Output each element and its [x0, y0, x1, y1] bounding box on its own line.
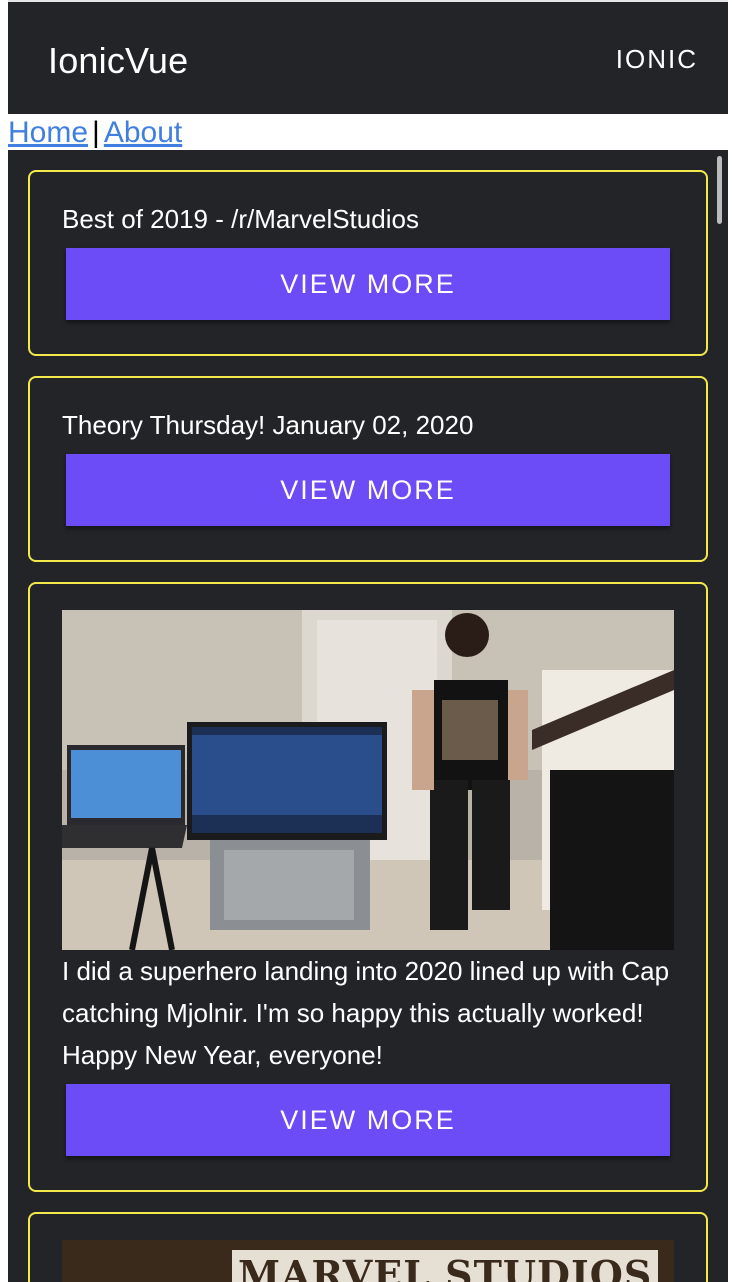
post-image — [62, 610, 674, 950]
post-card: MARVEL STUDIOS — [28, 1212, 708, 1282]
post-card: I did a superhero landing into 2020 line… — [28, 582, 708, 1192]
app-toolbar: IonicVue IONIC — [8, 0, 728, 114]
view-more-button[interactable]: VIEW MORE — [66, 248, 670, 320]
nav-links: Home | About — [8, 114, 728, 150]
ionic-button[interactable]: IONIC — [616, 44, 698, 75]
view-more-button[interactable]: VIEW MORE — [66, 1084, 670, 1156]
post-title: I did a superhero landing into 2020 line… — [62, 956, 670, 1070]
view-more-button[interactable]: VIEW MORE — [66, 454, 670, 526]
post-title: Best of 2019 - /r/MarvelStudios — [62, 204, 419, 234]
post-list[interactable]: Best of 2019 - /r/MarvelStudios VIEW MOR… — [8, 150, 728, 1282]
post-card: Best of 2019 - /r/MarvelStudios VIEW MOR… — [28, 170, 708, 356]
about-link[interactable]: About — [104, 116, 182, 149]
post-image: MARVEL STUDIOS — [62, 1240, 674, 1282]
superhero-landing-photo — [62, 610, 674, 950]
home-link[interactable]: Home — [8, 116, 88, 149]
nav-separator: | — [92, 116, 100, 149]
page-left-edge — [0, 0, 8, 1282]
app-title: IonicVue — [48, 40, 189, 81]
post-card: Theory Thursday! January 02, 2020 VIEW M… — [28, 376, 708, 562]
app-page: IonicVue IONIC Home | About Best of 2019 -… — [0, 0, 732, 1282]
post-title: Theory Thursday! January 02, 2020 — [62, 410, 474, 440]
marvel-studios-logo: MARVEL STUDIOS — [232, 1250, 659, 1282]
scrollbar[interactable] — [717, 156, 722, 224]
